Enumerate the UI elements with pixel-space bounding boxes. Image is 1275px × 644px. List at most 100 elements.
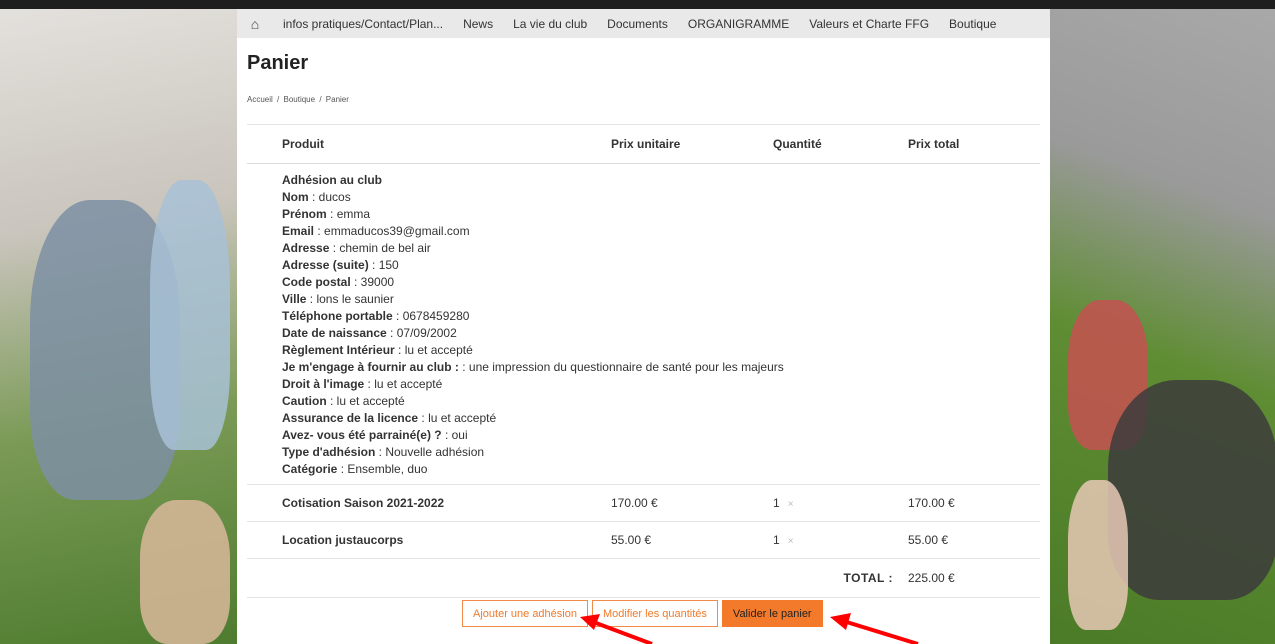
field-value: : lons le saunier: [306, 292, 394, 306]
line-total: 170.00 €: [907, 484, 1040, 522]
field-value: : oui: [441, 428, 468, 442]
breadcrumb: Accueil / Boutique / Panier: [247, 95, 1050, 104]
field-value: : 39000: [350, 275, 395, 289]
photo-person: [1108, 380, 1275, 600]
page-title: Panier: [247, 52, 309, 74]
remove-icon[interactable]: ×: [788, 536, 794, 547]
nav-item-infos[interactable]: infos pratiques/Contact/Plan...: [273, 17, 453, 31]
nav-item-boutique[interactable]: Boutique: [939, 17, 1006, 31]
product-name: Location justaucorps: [247, 521, 610, 559]
add-membership-button[interactable]: Ajouter une adhésion: [462, 600, 588, 627]
breadcrumb-separator: /: [277, 95, 280, 104]
table-row: Cotisation Saison 2021-2022 170.00 € 1 × …: [247, 484, 1040, 522]
membership-row: Adhésion au club Nom : ducos Prénom : emm…: [247, 163, 1040, 485]
breadcrumb-separator: /: [319, 95, 322, 104]
membership-field: Prénom : emma: [282, 206, 1039, 223]
field-value: : lu et accepté: [364, 377, 443, 391]
membership-field: Adresse : chemin de bel air: [282, 240, 1039, 257]
membership-field: Type d'adhésion : Nouvelle adhésion: [282, 444, 1039, 461]
breadcrumb-current: Panier: [325, 95, 349, 104]
field-label: Email: [282, 224, 315, 238]
membership-field: Code postal : 39000: [282, 274, 1039, 291]
field-value: : une impression du questionnaire de san…: [458, 360, 784, 374]
nav-item-vie-club[interactable]: La vie du club: [503, 17, 597, 31]
field-value: : 150: [368, 258, 399, 272]
photo-person: [150, 180, 230, 450]
field-value: : Nouvelle adhésion: [375, 445, 485, 459]
nav-item-documents[interactable]: Documents: [597, 17, 678, 31]
field-label: Assurance de la licence: [282, 411, 419, 425]
membership-field: Caution : lu et accepté: [282, 393, 1039, 410]
field-label: Date de naissance: [282, 326, 387, 340]
membership-field: Adresse (suite) : 150: [282, 257, 1039, 274]
empty-cell: [247, 558, 610, 598]
field-label: Nom: [282, 190, 309, 204]
quantity-cell: 1 ×: [772, 521, 907, 559]
field-label: Je m'engage à fournir au club :: [282, 360, 459, 374]
nav-item-organigramme[interactable]: ORGANIGRAMME: [678, 17, 799, 31]
site-page: ⌂ infos pratiques/Contact/Plan... News L…: [237, 9, 1050, 644]
field-value: : 07/09/2002: [386, 326, 457, 340]
membership-title: Adhésion au club: [282, 173, 383, 187]
col-header-total-price: Prix total: [907, 124, 1040, 164]
membership-details: Adhésion au club Nom : ducos Prénom : emm…: [247, 163, 1040, 485]
breadcrumb-boutique[interactable]: Boutique: [284, 95, 316, 104]
background-photo-right: [1048, 0, 1275, 644]
membership-field: Catégorie : Ensemble, duo: [282, 461, 1039, 478]
unit-price: 170.00 €: [610, 484, 772, 522]
quantity-value: 1: [773, 533, 780, 547]
membership-fields: Nom : ducos Prénom : emma Email : emmaduco…: [282, 189, 1039, 478]
membership-field: Règlement Intérieur : lu et accepté: [282, 342, 1039, 359]
home-icon[interactable]: ⌂: [237, 16, 273, 32]
field-value: : Ensemble, duo: [337, 462, 428, 476]
field-value: : lu et accepté: [326, 394, 405, 408]
cart-actions: Ajouter une adhésion Modifier les quanti…: [462, 600, 823, 627]
cart-header-row: Produit Prix unitaire Quantité Prix tota…: [247, 124, 1040, 164]
field-label: Adresse: [282, 241, 330, 255]
membership-field: Avez- vous été parrainé(e) ? : oui: [282, 427, 1039, 444]
field-label: Droit à l'image: [282, 377, 365, 391]
membership-field: Je m'engage à fournir au club : : une im…: [282, 359, 1039, 376]
col-header-product: Produit: [247, 124, 610, 164]
field-label: Téléphone portable: [282, 309, 393, 323]
membership-field: Email : emmaducos39@gmail.com: [282, 223, 1039, 240]
membership-field: Nom : ducos: [282, 189, 1039, 206]
quantity-cell: 1 ×: [772, 484, 907, 522]
nav-item-valeurs[interactable]: Valeurs et Charte FFG: [799, 17, 939, 31]
field-label: Type d'adhésion: [282, 445, 376, 459]
background-photo-left: [0, 0, 240, 644]
field-value: : ducos: [308, 190, 351, 204]
field-label: Code postal: [282, 275, 351, 289]
remove-icon[interactable]: ×: [788, 499, 794, 510]
field-value: : emma: [326, 207, 371, 221]
membership-field: Date de naissance : 07/09/2002: [282, 325, 1039, 342]
browser-top-strip: [0, 0, 1275, 9]
membership-field: Assurance de la licence : lu et accepté: [282, 410, 1039, 427]
field-value: : 0678459280: [392, 309, 470, 323]
field-label: Prénom: [282, 207, 327, 221]
field-label: Caution: [282, 394, 327, 408]
total-value: 225.00 €: [907, 558, 1040, 598]
modify-quantities-button[interactable]: Modifier les quantités: [591, 600, 718, 627]
cart-table: Produit Prix unitaire Quantité Prix tota…: [247, 124, 1040, 598]
field-value: : emmaducos39@gmail.com: [314, 224, 470, 238]
col-header-unit-price: Prix unitaire: [610, 124, 772, 164]
col-header-quantity: Quantité: [772, 124, 907, 164]
nav-item-news[interactable]: News: [453, 17, 503, 31]
main-nav: ⌂ infos pratiques/Contact/Plan... News L…: [237, 9, 1050, 38]
field-value: : lu et accepté: [418, 411, 497, 425]
photo-person: [140, 500, 230, 644]
table-row: Location justaucorps 55.00 € 1 × 55.00 €: [247, 521, 1040, 559]
membership-field: Téléphone portable : 0678459280: [282, 308, 1039, 325]
field-label: Catégorie: [282, 462, 338, 476]
validate-cart-button[interactable]: Valider le panier: [721, 600, 823, 627]
membership-field: Droit à l'image : lu et accepté: [282, 376, 1039, 393]
field-label: Avez- vous été parrainé(e) ?: [282, 428, 442, 442]
line-total: 55.00 €: [907, 521, 1040, 559]
unit-price: 55.00 €: [610, 521, 772, 559]
membership-field: Ville : lons le saunier: [282, 291, 1039, 308]
field-label: Ville: [282, 292, 307, 306]
breadcrumb-home[interactable]: Accueil: [247, 95, 273, 104]
photo-person: [1068, 480, 1128, 630]
field-label: Règlement Intérieur: [282, 343, 395, 357]
